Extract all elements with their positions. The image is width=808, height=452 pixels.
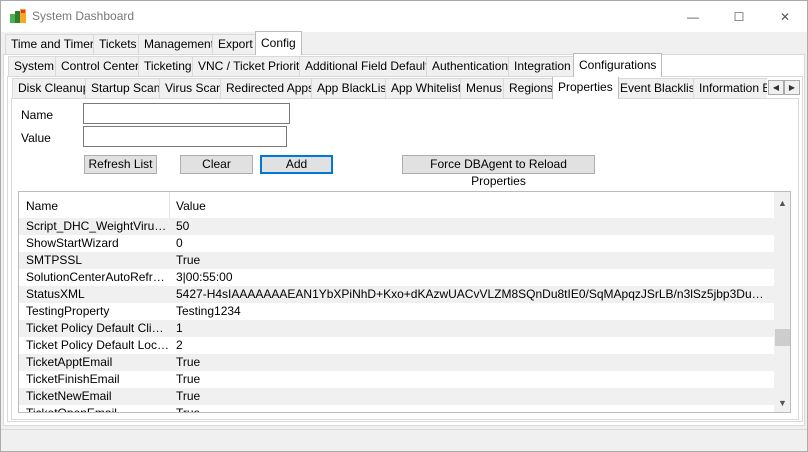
scroll-up-button[interactable]: ▲ bbox=[774, 194, 790, 211]
status-bar bbox=[1, 429, 807, 451]
row-value: 3|00:55:00 bbox=[176, 270, 233, 284]
chevron-down-icon: ▼ bbox=[778, 397, 787, 408]
table-row[interactable]: TicketOpenEmail True bbox=[19, 405, 774, 413]
tab-disk-cleanup[interactable]: Disk Cleanup bbox=[12, 78, 96, 98]
row-name: SolutionCenterAutoRefres... bbox=[26, 270, 169, 284]
row-name: StatusXML bbox=[26, 287, 85, 301]
row-value: Testing1234 bbox=[176, 304, 241, 318]
tab-tickets[interactable]: Tickets bbox=[93, 34, 143, 54]
row-name: TestingProperty bbox=[26, 304, 110, 318]
value-label: Value bbox=[21, 131, 51, 145]
row-name: TicketNewEmail bbox=[26, 389, 112, 403]
table-row[interactable]: Ticket Policy Default Locati... 2 bbox=[19, 337, 774, 354]
tab-config[interactable]: Config bbox=[255, 31, 302, 55]
chevron-right-icon: ▶ bbox=[788, 83, 796, 92]
minimize-button[interactable]: — bbox=[670, 1, 716, 32]
table-row[interactable]: TicketFinishEmail True bbox=[19, 371, 774, 388]
table-row[interactable]: SolutionCenterAutoRefres... 3|00:55:00 bbox=[19, 269, 774, 286]
table-row[interactable]: TicketNewEmail True bbox=[19, 388, 774, 405]
table-row[interactable]: TicketApptEmail True bbox=[19, 354, 774, 371]
row-name: TicketOpenEmail bbox=[26, 406, 117, 413]
window-title: System Dashboard bbox=[32, 9, 135, 23]
table-row[interactable]: Script_DHC_WeightVirusSc... 50 bbox=[19, 218, 774, 235]
row-value: True bbox=[176, 406, 201, 413]
name-label: Name bbox=[21, 108, 54, 122]
name-input[interactable] bbox=[83, 103, 290, 124]
tab-app-blacklist[interactable]: App BlackList bbox=[311, 78, 396, 98]
row-value: True bbox=[176, 355, 201, 369]
grid-rows: Script_DHC_WeightVirusSc... 50 ShowStartW… bbox=[19, 218, 774, 413]
table-row[interactable]: SMTPSSL True bbox=[19, 252, 774, 269]
close-icon: ✕ bbox=[779, 9, 791, 24]
tab-export[interactable]: Export bbox=[212, 34, 259, 54]
row-value: 0 bbox=[176, 236, 183, 250]
value-input[interactable] bbox=[83, 126, 287, 147]
tab-scroll-left-button[interactable]: ◀ bbox=[768, 80, 784, 95]
tab-additional-field-defaults[interactable]: Additional Field Defaults bbox=[299, 56, 441, 76]
row-name: ShowStartWizard bbox=[26, 236, 119, 250]
tab-event-blacklist[interactable]: Event Blacklist bbox=[614, 78, 705, 98]
app-icon bbox=[10, 9, 26, 23]
row-name: Script_DHC_WeightVirusSc... bbox=[26, 219, 169, 233]
config-tab-strip: System Control Center Ticketing VNC / Ti… bbox=[1, 53, 807, 77]
refresh-list-button[interactable]: Refresh List bbox=[84, 155, 157, 174]
tab-virus-scan[interactable]: Virus Scan bbox=[159, 78, 229, 98]
row-value: True bbox=[176, 253, 201, 267]
row-name: TicketApptEmail bbox=[26, 355, 113, 369]
row-value: 50 bbox=[176, 219, 190, 233]
force-reload-properties-button[interactable]: Force DBAgent to Reload Properties bbox=[402, 155, 595, 188]
tab-app-whitelist[interactable]: App Whitelist bbox=[385, 78, 468, 98]
main-tab-strip: Time and Timers Tickets Management Expor… bbox=[1, 31, 807, 55]
close-button[interactable]: ✕ bbox=[762, 1, 808, 32]
system-dashboard-window: System Dashboard — ☐ ✕ Time and Timers T… bbox=[0, 0, 808, 452]
scrollbar-thumb[interactable] bbox=[775, 329, 790, 346]
row-value: 1 bbox=[176, 321, 183, 335]
column-header-name[interactable]: Name bbox=[26, 199, 58, 213]
row-value: True bbox=[176, 389, 201, 403]
table-row[interactable]: StatusXML 5427-H4sIAAAAAAAEAN1YbXPiNhD+Kx… bbox=[19, 286, 774, 303]
tab-ticketing[interactable]: Ticketing bbox=[138, 56, 198, 76]
row-value: True bbox=[176, 372, 201, 386]
chevron-left-icon: ◀ bbox=[772, 83, 780, 92]
maximize-button[interactable]: ☐ bbox=[716, 1, 762, 32]
clear-button[interactable]: Clear bbox=[180, 155, 253, 174]
tab-management[interactable]: Management bbox=[138, 34, 221, 54]
tab-information-ba[interactable]: Information Ba bbox=[693, 78, 767, 98]
row-name: Ticket Policy Default Locati... bbox=[26, 338, 169, 352]
tab-authentication[interactable]: Authentication bbox=[426, 56, 515, 76]
tab-properties[interactable]: Properties bbox=[552, 77, 619, 99]
properties-grid[interactable]: Name Value Script_DHC_WeightVirusSc... 50… bbox=[18, 191, 791, 413]
table-row[interactable]: Ticket Policy Default ClientID 1 bbox=[19, 320, 774, 337]
tab-control-center[interactable]: Control Center bbox=[55, 56, 146, 76]
tab-startup-scan[interactable]: Startup Scan bbox=[85, 78, 167, 98]
tab-time-and-timers[interactable]: Time and Timers bbox=[5, 34, 106, 54]
configurations-tab-strip: Disk Cleanup Startup Scan Virus Scan Red… bbox=[1, 77, 767, 99]
tab-regions[interactable]: Regions bbox=[503, 78, 560, 98]
title-bar[interactable]: System Dashboard — ☐ ✕ bbox=[1, 1, 807, 32]
grid-header: Name Value bbox=[19, 192, 774, 218]
row-value: 2 bbox=[176, 338, 183, 352]
column-divider[interactable] bbox=[169, 192, 170, 218]
grid-vertical-scrollbar[interactable]: ▲ ▼ bbox=[774, 192, 790, 412]
tab-configurations[interactable]: Configurations bbox=[573, 53, 663, 77]
tab-scroll-right-button[interactable]: ▶ bbox=[784, 80, 800, 95]
tab-system[interactable]: System bbox=[8, 56, 61, 76]
tab-menus[interactable]: Menus bbox=[460, 78, 509, 98]
table-row[interactable]: TestingProperty Testing1234 bbox=[19, 303, 774, 320]
tab-redirected-apps[interactable]: Redirected Apps bbox=[220, 78, 321, 98]
add-button[interactable]: Add bbox=[260, 155, 333, 174]
maximize-icon: ☐ bbox=[733, 9, 745, 24]
row-value: 5427-H4sIAAAAAAAEAN1YbXPiNhD+Kxo+dKAzwUA… bbox=[176, 287, 768, 301]
row-name: Ticket Policy Default ClientID bbox=[26, 321, 169, 335]
row-name: TicketFinishEmail bbox=[26, 372, 120, 386]
table-row[interactable]: ShowStartWizard 0 bbox=[19, 235, 774, 252]
minimize-icon: — bbox=[687, 9, 699, 24]
tab-vnc-ticket-priority[interactable]: VNC / Ticket Priority bbox=[192, 56, 312, 76]
scroll-down-button[interactable]: ▼ bbox=[774, 394, 790, 411]
chevron-up-icon: ▲ bbox=[778, 197, 787, 208]
tab-integration[interactable]: Integration bbox=[508, 56, 577, 76]
column-header-value[interactable]: Value bbox=[176, 199, 206, 213]
row-name: SMTPSSL bbox=[26, 253, 83, 267]
